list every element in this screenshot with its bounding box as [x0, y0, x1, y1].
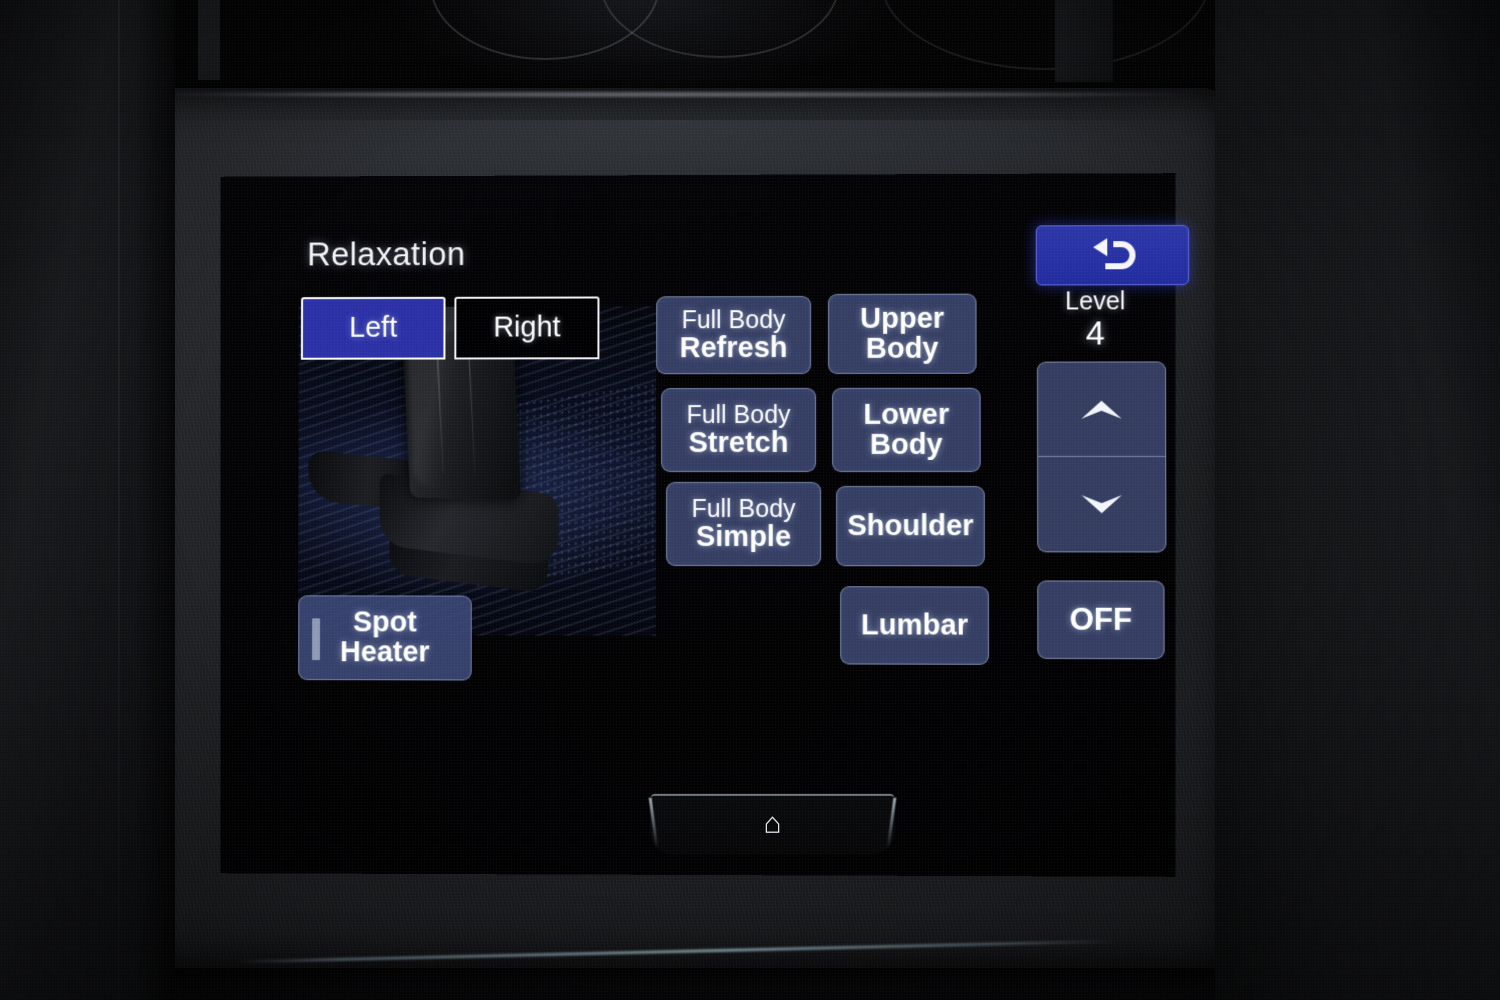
cabin-pillar	[1055, 0, 1113, 82]
off-button[interactable]: OFF	[1037, 580, 1165, 660]
home-icon: ⌂	[763, 807, 782, 840]
back-button[interactable]	[1035, 224, 1190, 286]
cabin-pillar	[198, 0, 220, 80]
spot-heater-line2: Heater	[340, 635, 430, 668]
full-body-simple-button[interactable]: Full Body Simple	[666, 481, 822, 567]
tab-right-label: Right	[493, 311, 561, 344]
full-body-stretch-button[interactable]: Full Body Stretch	[661, 387, 817, 473]
tab-left[interactable]: Left	[300, 296, 446, 360]
upper-body-button[interactable]: Upper Body	[828, 293, 977, 374]
side-selector-tabs: Left Right	[300, 296, 600, 360]
button-line1: Lower	[863, 398, 950, 431]
console-right-wall	[1215, 0, 1500, 1000]
button-line1: Upper	[860, 302, 945, 335]
car-interior-scene: ⌂ Relaxation Left Right Full Body Refres…	[0, 0, 1500, 1000]
button-line1: Full Body	[691, 494, 796, 523]
button-line2: Body	[869, 428, 943, 461]
page-title: Relaxation	[307, 235, 466, 273]
tab-right[interactable]: Right	[454, 296, 600, 360]
infotainment-screen: Relaxation Left Right Full Body Refresh …	[290, 224, 1196, 715]
heat-level-bar	[312, 618, 321, 661]
button-line1: Full Body	[686, 400, 791, 429]
shoulder-button[interactable]: Shoulder	[836, 486, 985, 567]
button-line2: Stretch	[688, 426, 789, 459]
button-line2: Simple	[695, 520, 792, 554]
button-line2: Refresh	[679, 331, 788, 365]
level-stepper	[1036, 361, 1167, 553]
level-increase-button[interactable]	[1037, 362, 1166, 457]
console-seam	[118, 0, 120, 1000]
chevron-up-icon	[1081, 400, 1122, 419]
bezel-highlight	[140, 92, 1205, 97]
button-line2: Body	[865, 332, 939, 365]
back-arrow-icon	[1093, 236, 1142, 274]
spot-heater-button[interactable]: Spot Heater	[298, 595, 472, 681]
level-decrease-button[interactable]	[1038, 457, 1165, 552]
off-button-label: OFF	[1069, 601, 1133, 637]
lumbar-button[interactable]: Lumbar	[840, 586, 989, 665]
button-line1: Full Body	[681, 305, 786, 335]
button-label: Lumbar	[861, 609, 968, 642]
level-value: 4	[1085, 314, 1105, 353]
home-button[interactable]: ⌂	[649, 793, 896, 855]
level-control: Level 4	[1015, 287, 1176, 354]
lower-body-button[interactable]: Lower Body	[832, 387, 981, 473]
button-label: Shoulder	[847, 509, 974, 543]
tab-left-label: Left	[349, 311, 398, 344]
chevron-down-icon	[1081, 495, 1122, 514]
full-body-refresh-button[interactable]: Full Body Refresh	[656, 296, 812, 375]
console-left-wall	[0, 0, 175, 1000]
spot-heater-line1: Spot	[352, 606, 417, 639]
level-label: Level	[1065, 287, 1126, 316]
